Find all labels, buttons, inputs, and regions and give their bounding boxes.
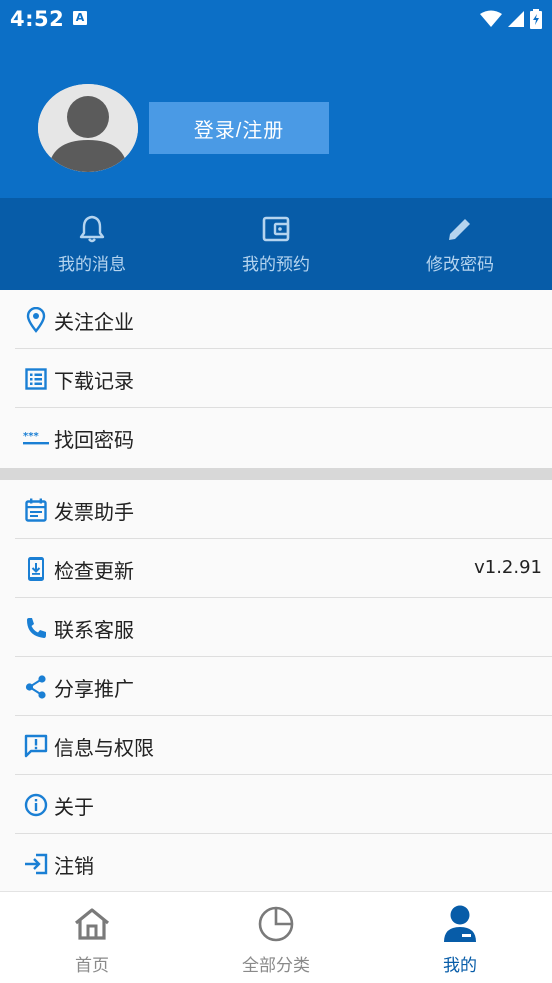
signal-icon xyxy=(508,11,524,27)
nav-tab-label: 首页 xyxy=(75,956,109,976)
password-icon: *** xyxy=(23,425,49,451)
default-avatar-icon xyxy=(38,84,138,172)
login-register-button[interactable]: 登录/注册 xyxy=(149,102,329,154)
menu-item-label: 分享推广 xyxy=(54,677,134,701)
nav-tab-label: 我的 xyxy=(443,956,477,976)
quick-action-appointments[interactable]: 我的预约 xyxy=(184,198,368,290)
wallet-icon xyxy=(261,214,291,244)
status-icons xyxy=(480,8,542,30)
quick-action-messages[interactable]: 我的消息 xyxy=(0,198,184,290)
menu-item-label: 检查更新 xyxy=(54,559,134,583)
menu-item-label: 信息与权限 xyxy=(54,736,154,760)
menu-group-general: 发票助手 检查更新 v1.2.91 联系客服 分享推广 信息与权限 关于 注销 xyxy=(0,480,552,891)
notification-badge-icon: A xyxy=(73,11,87,25)
list-icon xyxy=(23,366,49,392)
menu-item-about[interactable]: 关于 xyxy=(0,775,552,834)
menu-item-contact-support[interactable]: 联系客服 xyxy=(0,598,552,657)
menu-item-label: 关于 xyxy=(54,795,94,819)
pie-chart-icon xyxy=(256,904,296,944)
menu-item-label: 发票助手 xyxy=(54,500,134,524)
profile-header: 登录/注册 xyxy=(0,38,552,198)
menu-item-invoice-assistant[interactable]: 发票助手 xyxy=(0,480,552,539)
status-time: 4:52 xyxy=(10,7,65,31)
app-version: v1.2.91 xyxy=(474,557,542,578)
menu-item-followed-companies[interactable]: 关注企业 xyxy=(0,290,552,349)
phone-icon xyxy=(23,615,49,641)
section-divider xyxy=(0,468,552,480)
location-pin-icon xyxy=(23,307,49,333)
menu-item-logout[interactable]: 注销 xyxy=(0,834,552,893)
menu-item-download-history[interactable]: 下载记录 xyxy=(0,349,552,408)
pencil-icon xyxy=(445,214,475,244)
home-icon xyxy=(72,904,112,944)
quick-action-change-password[interactable]: 修改密码 xyxy=(368,198,552,290)
wifi-icon xyxy=(480,10,502,27)
nav-tab-mine[interactable]: 我的 xyxy=(368,892,552,983)
quick-action-label: 修改密码 xyxy=(426,255,494,275)
bottom-navigation: 首页 全部分类 我的 xyxy=(0,891,552,983)
menu-group-account: 关注企业 下载记录 *** 找回密码 xyxy=(0,290,552,468)
logout-icon xyxy=(23,851,49,877)
share-icon xyxy=(23,674,49,700)
bell-icon xyxy=(77,214,107,244)
nav-tab-label: 全部分类 xyxy=(242,956,310,976)
quick-action-label: 我的预约 xyxy=(242,255,310,275)
menu-item-label: 联系客服 xyxy=(54,618,134,642)
info-icon xyxy=(23,792,49,818)
quick-action-label: 我的消息 xyxy=(58,255,126,275)
menu-item-label: 下载记录 xyxy=(54,369,134,393)
status-bar: 4:52 A xyxy=(0,0,552,38)
menu-item-label: 注销 xyxy=(54,854,94,878)
menu-item-check-update[interactable]: 检查更新 v1.2.91 xyxy=(0,539,552,598)
menu-item-info-permissions[interactable]: 信息与权限 xyxy=(0,716,552,775)
nav-tab-home[interactable]: 首页 xyxy=(0,892,184,983)
user-icon xyxy=(440,904,480,944)
menu-item-recover-password[interactable]: *** 找回密码 xyxy=(0,408,552,467)
menu-item-share[interactable]: 分享推广 xyxy=(0,657,552,716)
phone-download-icon xyxy=(23,556,49,582)
avatar[interactable] xyxy=(38,84,138,172)
menu-item-label: 找回密码 xyxy=(54,428,134,452)
battery-icon xyxy=(530,9,542,29)
nav-tab-categories[interactable]: 全部分类 xyxy=(184,892,368,983)
calendar-icon xyxy=(23,497,49,523)
svg-text:***: *** xyxy=(23,431,39,442)
feedback-icon xyxy=(23,733,49,759)
quick-actions-bar: 我的消息 我的预约 修改密码 xyxy=(0,198,552,290)
menu-item-label: 关注企业 xyxy=(54,310,134,334)
